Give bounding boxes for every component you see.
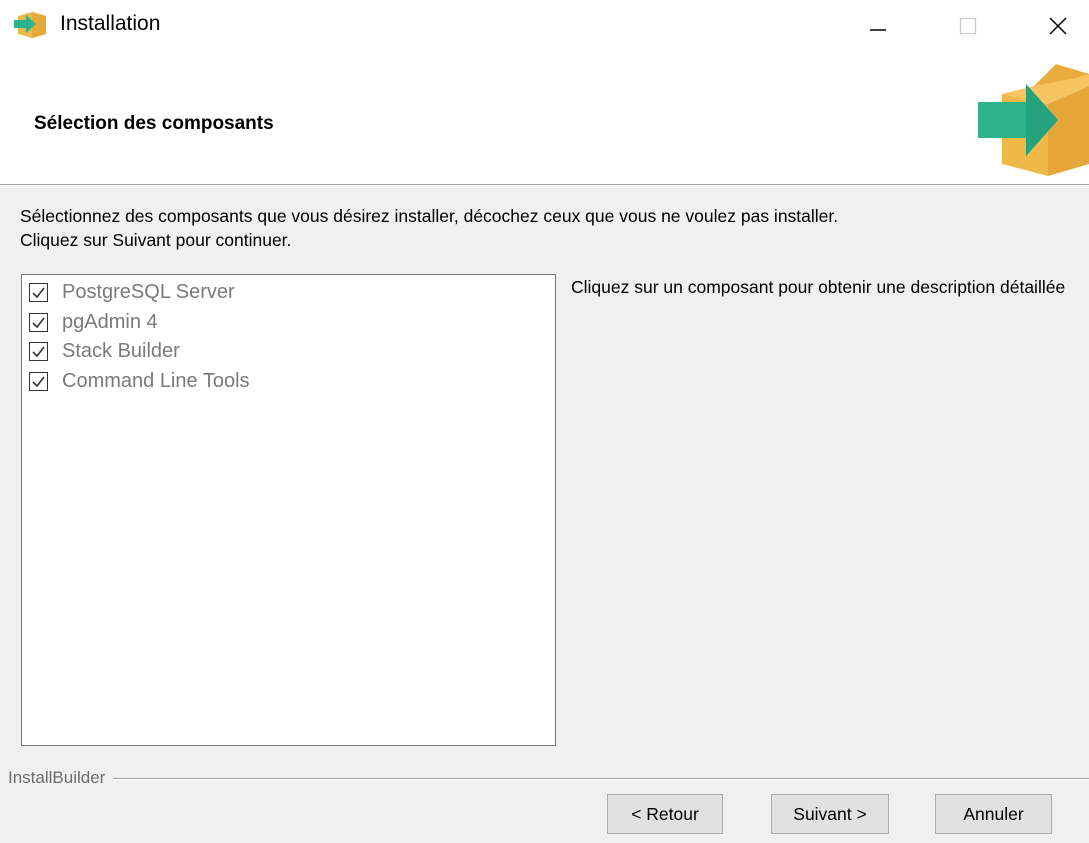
component-item-pgadmin[interactable]: pgAdmin 4 [29, 307, 158, 337]
component-label: Command Line Tools [62, 369, 250, 392]
maximize-icon [959, 17, 977, 35]
header-divider-highlight [0, 185, 1089, 186]
close-icon [1049, 17, 1067, 35]
checkmark-icon [32, 376, 45, 387]
minimize-button[interactable] [848, 0, 908, 52]
install-box-arrow-icon [978, 64, 1089, 176]
component-checkbox[interactable] [29, 312, 48, 332]
checkmark-icon [32, 346, 45, 357]
window-title: Installation [60, 12, 161, 35]
component-label: Stack Builder [62, 339, 180, 362]
component-checkbox[interactable] [29, 282, 48, 302]
instructions-line-2: Cliquez sur Suivant pour continuer. [20, 230, 292, 250]
back-button[interactable]: < Retour [607, 794, 723, 834]
component-list[interactable]: PostgreSQL Server pgAdmin 4 Stack Builde… [21, 274, 556, 746]
component-checkbox[interactable] [29, 341, 48, 361]
component-item-command-line-tools[interactable]: Command Line Tools [29, 366, 250, 396]
instructions-line-1: Sélectionnez des composants que vous dés… [20, 206, 839, 226]
checkmark-icon [32, 317, 45, 328]
next-button[interactable]: Suivant > [771, 794, 889, 834]
component-label: pgAdmin 4 [62, 310, 158, 333]
component-item-postgresql-server[interactable]: PostgreSQL Server [29, 277, 235, 307]
close-button[interactable] [1028, 0, 1088, 52]
minimize-icon [870, 29, 886, 31]
component-checkbox[interactable] [29, 371, 48, 391]
maximize-button[interactable] [938, 0, 998, 52]
page-title: Sélection des composants [34, 113, 274, 134]
cancel-button[interactable]: Annuler [935, 794, 1052, 834]
checkmark-icon [32, 287, 45, 298]
title-bar[interactable]: Installation [0, 0, 1089, 52]
footer-divider-highlight [8, 779, 1089, 780]
brand-label: InstallBuilder [8, 768, 114, 788]
installer-window: Installation Sélection des composants Sé… [0, 0, 1089, 843]
component-item-stack-builder[interactable]: Stack Builder [29, 336, 180, 366]
instructions-text: Sélectionnez des composants que vous dés… [20, 204, 1080, 252]
page-header: Sélection des composants [0, 52, 1089, 184]
install-app-icon [14, 12, 46, 38]
component-description: Cliquez sur un composant pour obtenir un… [571, 277, 1066, 297]
component-label: PostgreSQL Server [62, 280, 235, 303]
